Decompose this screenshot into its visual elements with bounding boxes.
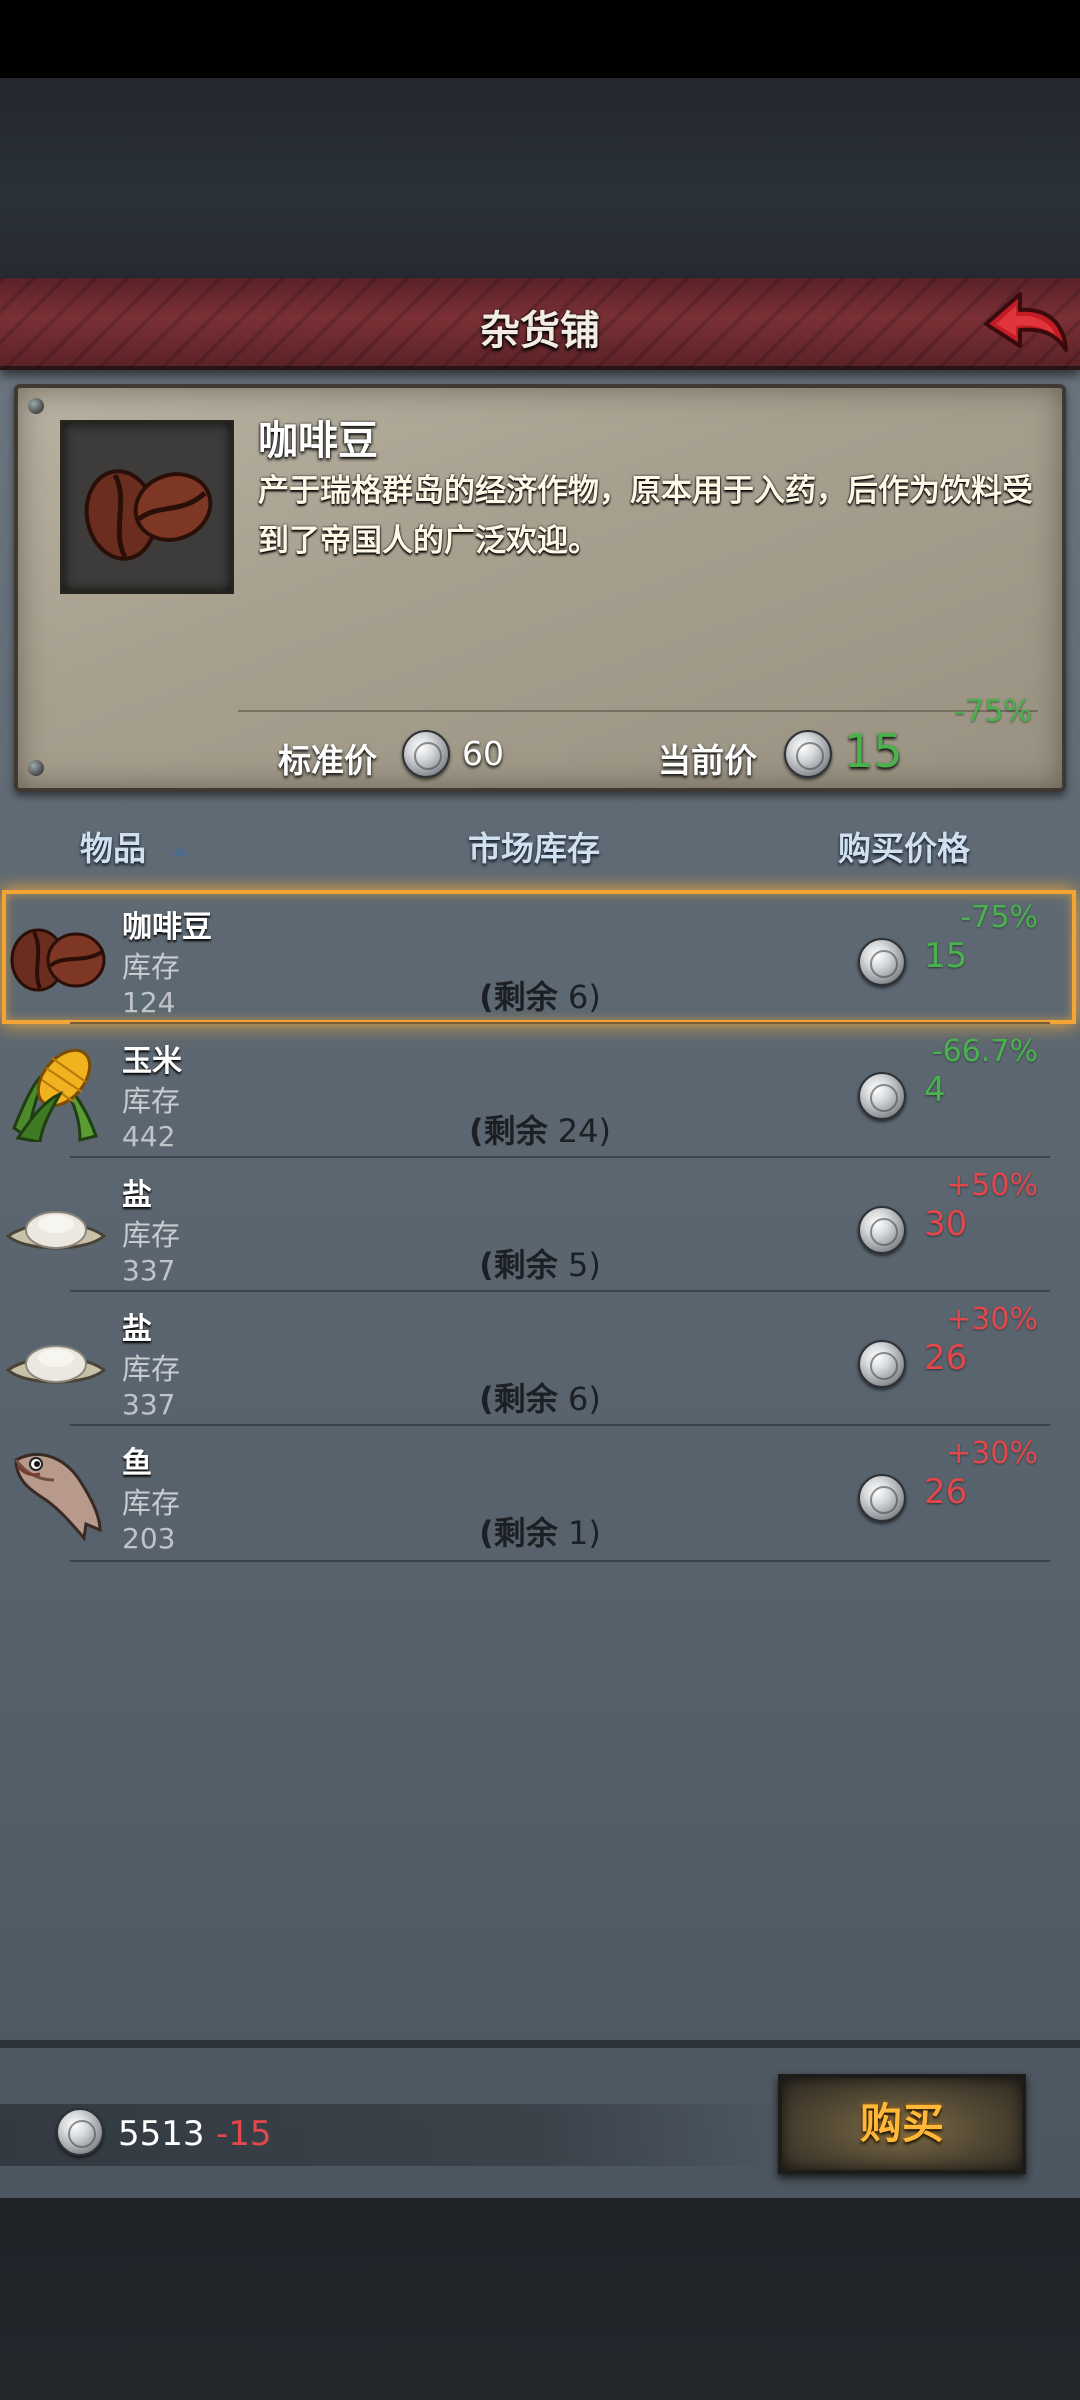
- buy-price: 26: [924, 1338, 968, 1378]
- list-item[interactable]: 盐 库存 337 (剩余 5) +50% 30: [0, 1156, 1080, 1292]
- silver-coin-icon: [56, 2108, 104, 2156]
- item-name: 盐: [122, 1312, 152, 1347]
- market-remaining: (剩余 6): [479, 978, 601, 1016]
- buy-price: 30: [924, 1204, 968, 1244]
- item-icon-frame: [60, 420, 234, 594]
- standard-price-value: 60: [462, 734, 504, 773]
- market-remaining: (剩余 24): [468, 1112, 611, 1150]
- list-item[interactable]: 玉米 库存 442 (剩余 24) -66.7% 4: [0, 1022, 1080, 1158]
- column-header-buy-price[interactable]: 购买价格: [838, 822, 970, 870]
- silver-coin-icon: [784, 730, 832, 778]
- column-header-item[interactable]: 物品: [80, 822, 146, 870]
- buy-price: 15: [924, 936, 968, 976]
- money-delta: -15: [216, 2114, 272, 2154]
- market-remaining: (剩余 6): [479, 1380, 601, 1418]
- detail-discount: -75%: [954, 694, 1032, 729]
- market-remaining: (剩余 1): [479, 1514, 601, 1552]
- price-change: -66.7%: [931, 1034, 1038, 1069]
- sort-ascending-icon: [172, 846, 188, 856]
- money-balance: 5513: [118, 2114, 205, 2154]
- standard-price-label: 标准价: [278, 741, 377, 780]
- price-change: +30%: [946, 1302, 1038, 1337]
- item-name: 鱼: [122, 1446, 152, 1481]
- item-detail-card: 咖啡豆 产于瑞格群岛的经济作物，原本用于入药，后作为饮料受到了帝国人的广泛欢迎。…: [14, 384, 1066, 792]
- list-item[interactable]: 盐 库存 337 (剩余 6) +30% 26: [0, 1290, 1080, 1426]
- header-banner: 杂货铺: [0, 278, 1080, 370]
- silver-coin-icon: [858, 1474, 906, 1522]
- item-name: 盐: [122, 1178, 152, 1213]
- silver-coin-icon: [858, 1340, 906, 1388]
- column-header-market-stock[interactable]: 市场库存: [468, 822, 600, 870]
- top-band: [0, 78, 1080, 278]
- silver-coin-icon: [858, 938, 906, 986]
- price-change: -75%: [960, 900, 1038, 935]
- item-name: 咖啡豆: [122, 910, 212, 945]
- silver-coin-icon: [402, 730, 450, 778]
- bottom-band: [0, 2198, 1080, 2400]
- shop-screen: 杂货铺 咖啡豆 产于瑞格群岛的经济作物，原本用于入药，后作为饮料受到了帝国人的广…: [0, 0, 1080, 2400]
- price-change: +50%: [946, 1168, 1038, 1203]
- coffee-beans-icon: [84, 469, 213, 561]
- buy-price: 26: [924, 1472, 968, 1512]
- silver-coin-icon: [858, 1072, 906, 1120]
- item-name: 玉米: [122, 1044, 182, 1079]
- money-bar: [0, 2104, 780, 2166]
- buy-button[interactable]: 购买: [778, 2074, 1026, 2174]
- price-change: +30%: [946, 1436, 1038, 1471]
- back-arrow-icon[interactable]: [976, 284, 1072, 364]
- item-description: 产于瑞格群岛的经济作物，原本用于入药，后作为饮料受到了帝国人的广泛欢迎。: [258, 473, 1033, 559]
- list-item[interactable]: 鱼 库存 203 (剩余 1) +30% 26: [0, 1424, 1080, 1562]
- buy-price: 4: [924, 1070, 946, 1110]
- market-remaining: (剩余 5): [479, 1246, 601, 1284]
- current-price-label: 当前价: [658, 741, 757, 780]
- item-name: 咖啡豆: [258, 418, 378, 464]
- current-price-value: 15: [844, 724, 903, 778]
- silver-coin-icon: [858, 1206, 906, 1254]
- page-title: 杂货铺: [480, 308, 600, 354]
- footer-divider: [0, 2040, 1080, 2048]
- list-item[interactable]: 咖啡豆 库存 124 (剩余 6) -75% 15: [0, 890, 1080, 1024]
